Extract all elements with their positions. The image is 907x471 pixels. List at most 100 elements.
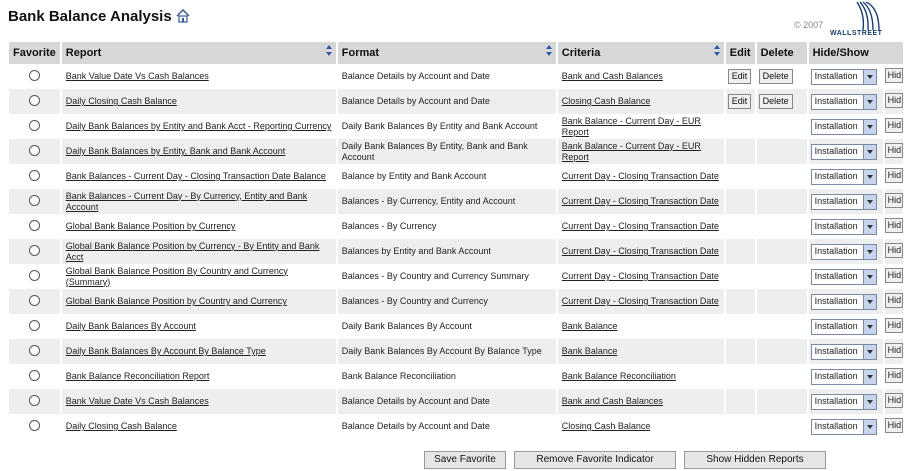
hide-show-select[interactable]: Installation (810, 418, 877, 435)
delete-button[interactable]: Delete (758, 94, 793, 109)
favorite-radio[interactable] (28, 294, 40, 306)
report-link[interactable]: Bank Value Date Vs Cash Balances (66, 396, 209, 406)
favorite-radio[interactable] (28, 69, 40, 81)
hide-show-select[interactable]: Installation (810, 93, 877, 110)
criteria-link[interactable]: Bank Balance - Current Day - EUR Report (562, 116, 701, 137)
criteria-link[interactable]: Current Day - Closing Transaction Date (562, 221, 719, 231)
report-link[interactable]: Bank Balances - Current Day - Closing Tr… (66, 171, 326, 181)
criteria-link[interactable]: Closing Cash Balance (562, 421, 651, 431)
criteria-link[interactable]: Bank Balance (562, 346, 618, 356)
hide-button[interactable]: Hid (884, 417, 903, 433)
hide-show-select[interactable]: Installation (810, 68, 877, 85)
report-link[interactable]: Global Bank Balance Position by Currency… (66, 241, 320, 262)
hide-show-select[interactable]: Installation (810, 243, 877, 260)
favorite-radio[interactable] (28, 269, 40, 281)
criteria-link[interactable]: Bank and Cash Balances (562, 396, 663, 406)
edit-button[interactable]: Edit (727, 69, 752, 84)
hide-show-select[interactable]: Installation (810, 343, 877, 360)
favorite-radio[interactable] (28, 394, 40, 406)
hide-button[interactable]: Hid (884, 267, 903, 283)
hide-button[interactable]: Hid (884, 342, 903, 358)
hide-show-select[interactable]: Installation (810, 393, 877, 410)
criteria-link[interactable]: Current Day - Closing Transaction Date (562, 271, 719, 281)
chevron-down-icon[interactable] (862, 94, 876, 109)
home-icon[interactable] (176, 8, 190, 23)
hide-show-select[interactable]: Installation (810, 143, 877, 160)
criteria-link[interactable]: Bank and Cash Balances (562, 71, 663, 81)
chevron-down-icon[interactable] (862, 144, 876, 159)
edit-button[interactable]: Edit (727, 94, 752, 109)
report-link[interactable]: Global Bank Balance Position by Currency (66, 221, 236, 231)
criteria-link[interactable]: Closing Cash Balance (562, 96, 651, 106)
hide-show-select[interactable]: Installation (810, 268, 877, 285)
criteria-link[interactable]: Bank Balance - Current Day - EUR Report (562, 141, 701, 162)
favorite-radio[interactable] (28, 369, 40, 381)
hide-button[interactable]: Hid (884, 117, 903, 133)
sort-arrows-icon[interactable] (713, 45, 720, 56)
criteria-link[interactable]: Bank Balance Reconciliation (562, 371, 676, 381)
hide-button[interactable]: Hid (884, 392, 903, 408)
favorite-radio[interactable] (28, 144, 40, 156)
sort-arrows-icon[interactable] (325, 45, 332, 56)
report-link[interactable]: Daily Bank Balances By Account (66, 321, 196, 331)
remove-favorite-indicator-button[interactable]: Remove Favorite Indicator (514, 451, 676, 469)
chevron-down-icon[interactable] (862, 69, 876, 84)
hide-show-select[interactable]: Installation (810, 193, 877, 210)
report-link[interactable]: Daily Bank Balances By Account By Balanc… (66, 346, 266, 356)
favorite-radio[interactable] (28, 119, 40, 131)
hide-button[interactable]: Hid (884, 367, 903, 383)
report-link[interactable]: Daily Bank Balances by Entity, Bank and … (66, 146, 285, 156)
col-report[interactable]: Report (61, 42, 336, 64)
hide-button[interactable]: Hid (884, 92, 903, 108)
hide-show-select[interactable]: Installation (810, 368, 877, 385)
favorite-radio[interactable] (28, 319, 40, 331)
report-link[interactable]: Bank Value Date Vs Cash Balances (66, 71, 209, 81)
col-format[interactable]: Format (337, 42, 556, 64)
criteria-link[interactable]: Current Day - Closing Transaction Date (562, 196, 719, 206)
favorite-radio[interactable] (28, 244, 40, 256)
hide-show-select[interactable]: Installation (810, 168, 877, 185)
hide-button[interactable]: Hid (884, 142, 903, 158)
criteria-link[interactable]: Current Day - Closing Transaction Date (562, 171, 719, 181)
hide-button[interactable]: Hid (884, 242, 903, 258)
chevron-down-icon[interactable] (862, 269, 876, 284)
chevron-down-icon[interactable] (862, 219, 876, 234)
chevron-down-icon[interactable] (862, 394, 876, 409)
chevron-down-icon[interactable] (862, 369, 876, 384)
favorite-radio[interactable] (28, 169, 40, 181)
hide-button[interactable]: Hid (884, 67, 903, 83)
chevron-down-icon[interactable] (862, 419, 876, 434)
report-link[interactable]: Global Bank Balance Position by Country … (66, 296, 287, 306)
hide-show-select[interactable]: Installation (810, 118, 877, 135)
hide-show-select[interactable]: Installation (810, 293, 877, 310)
hide-button[interactable]: Hid (884, 292, 903, 308)
chevron-down-icon[interactable] (862, 169, 876, 184)
favorite-radio[interactable] (28, 94, 40, 106)
favorite-radio[interactable] (28, 219, 40, 231)
favorite-radio[interactable] (28, 194, 40, 206)
criteria-link[interactable]: Bank Balance (562, 321, 618, 331)
hide-button[interactable]: Hid (884, 317, 903, 333)
chevron-down-icon[interactable] (862, 319, 876, 334)
chevron-down-icon[interactable] (862, 244, 876, 259)
hide-button[interactable]: Hid (884, 167, 903, 183)
chevron-down-icon[interactable] (862, 194, 876, 209)
delete-button[interactable]: Delete (758, 69, 793, 84)
report-link[interactable]: Daily Bank Balances by Entity and Bank A… (66, 121, 332, 131)
favorite-radio[interactable] (28, 419, 40, 431)
hide-button[interactable]: Hid (884, 192, 903, 208)
hide-show-select[interactable]: Installation (810, 318, 877, 335)
hide-show-select[interactable]: Installation (810, 218, 877, 235)
chevron-down-icon[interactable] (862, 294, 876, 309)
report-link[interactable]: Global Bank Balance Position By Country … (66, 266, 288, 287)
report-link[interactable]: Bank Balances - Current Day - By Currenc… (66, 191, 307, 212)
save-favorite-button[interactable]: Save Favorite (424, 451, 506, 469)
chevron-down-icon[interactable] (862, 344, 876, 359)
hide-button[interactable]: Hid (884, 217, 903, 233)
favorite-radio[interactable] (28, 344, 40, 356)
show-hidden-reports-button[interactable]: Show Hidden Reports (684, 451, 826, 469)
criteria-link[interactable]: Current Day - Closing Transaction Date (562, 296, 719, 306)
sort-arrows-icon[interactable] (545, 45, 552, 56)
col-criteria[interactable]: Criteria (557, 42, 724, 64)
chevron-down-icon[interactable] (862, 119, 876, 134)
